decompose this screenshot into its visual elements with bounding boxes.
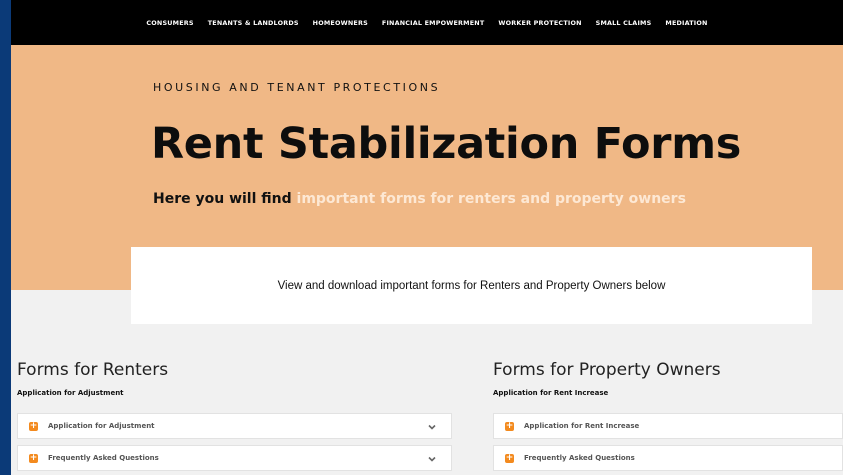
chevron-down-icon — [428, 424, 436, 430]
accordion-label: Application for Adjustment — [48, 422, 155, 430]
intro-banner-text: View and download important forms for Re… — [277, 279, 666, 292]
page-title: Rent Stabilization Forms — [151, 119, 741, 169]
accordion-owners-faq[interactable]: + Frequently Asked Questions — [493, 445, 843, 471]
chevron-down-icon — [428, 456, 436, 462]
plus-icon: + — [29, 420, 38, 431]
nav-tenants-landlords[interactable]: TENANTS & LANDLORDS — [208, 19, 299, 27]
owners-subheading: Application for Rent Increase — [493, 389, 609, 397]
hero-eyebrow: HOUSING AND TENANT PROTECTIONS — [153, 81, 441, 94]
nav-small-claims[interactable]: SMALL CLAIMS — [596, 19, 652, 27]
accordion-renters-faq[interactable]: + Frequently Asked Questions — [17, 445, 452, 471]
nav-homeowners[interactable]: HOMEOWNERS — [313, 19, 368, 27]
nav-consumers[interactable]: CONSUMERS — [146, 19, 193, 27]
intro-banner: View and download important forms for Re… — [131, 247, 812, 324]
nav-mediation[interactable]: MEDIATION — [665, 19, 707, 27]
accordion-label: Frequently Asked Questions — [524, 454, 635, 462]
accordion-label: Application for Rent Increase — [524, 422, 640, 430]
plus-icon: + — [505, 420, 514, 431]
renters-subheading: Application for Adjustment — [17, 389, 124, 397]
nav-worker-protection[interactable]: WORKER PROTECTION — [498, 19, 581, 27]
plus-icon: + — [505, 452, 514, 463]
accordion-label: Frequently Asked Questions — [48, 454, 159, 462]
hero-subtitle-prefix: Here you will find — [153, 191, 297, 207]
owners-forms-section: Forms for Property Owners Application fo… — [493, 360, 843, 471]
renters-heading: Forms for Renters — [17, 360, 169, 380]
hero-subtitle: Here you will find important forms for r… — [153, 191, 686, 207]
top-navigation: CONSUMERS TENANTS & LANDLORDS HOMEOWNERS… — [11, 0, 843, 45]
browser-page: CONSUMERS TENANTS & LANDLORDS HOMEOWNERS… — [11, 0, 843, 475]
accordion-renters-application-adjustment[interactable]: + Application for Adjustment — [17, 413, 452, 439]
owners-heading: Forms for Property Owners — [493, 360, 721, 380]
nav-financial-empowerment[interactable]: FINANCIAL EMPOWERMENT — [382, 19, 485, 27]
plus-icon: + — [29, 452, 38, 463]
accordion-owners-application-rent-increase[interactable]: + Application for Rent Increase — [493, 413, 843, 439]
hero-subtitle-highlight: important forms for renters and property… — [296, 191, 686, 207]
renters-forms-section: Forms for Renters Application for Adjust… — [17, 360, 452, 471]
